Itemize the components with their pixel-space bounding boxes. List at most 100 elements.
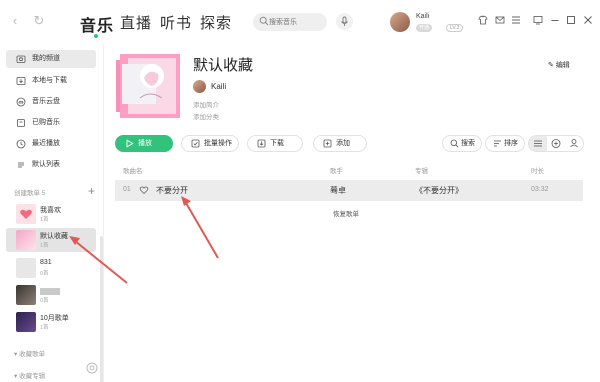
tab-audiobook[interactable]: 听书	[160, 12, 192, 33]
song-title[interactable]: 不要分开	[156, 185, 188, 196]
playlist-title: 默认收藏	[193, 57, 254, 74]
annotation-arrow-song	[185, 202, 219, 259]
sidebar-item-cloud[interactable]: 音乐云盘	[6, 93, 96, 111]
playlist-item-liked[interactable]: 我喜欢 1首	[6, 202, 96, 226]
add-to-list-button[interactable]	[547, 136, 565, 151]
playlist-title: 我喜欢	[40, 207, 61, 214]
collected-albums-header[interactable]: ▾ 收藏专辑	[14, 370, 45, 380]
playlist-thumbnail	[16, 204, 36, 224]
edit-button[interactable]: ✎ 编辑	[548, 60, 570, 70]
settings-circle-icon[interactable]	[86, 362, 98, 374]
sidebar-item-label: 音乐云盘	[32, 98, 60, 105]
refresh-icon[interactable]: ↻	[32, 14, 46, 28]
playlist-count: 0首	[40, 271, 49, 277]
tab-live[interactable]: 直播	[120, 12, 152, 33]
table-row[interactable]: 01 不要分开 蓦卓 《不要分开》 03:32	[115, 180, 583, 201]
maximize-icon[interactable]	[566, 15, 576, 25]
voice-search-button[interactable]	[336, 13, 353, 30]
channel-icon	[16, 55, 26, 63]
column-header-artist[interactable]: 歌手	[330, 165, 343, 175]
minimize-icon[interactable]	[550, 15, 560, 25]
download-button[interactable]: 下载	[247, 135, 303, 152]
playlist-cover	[116, 54, 180, 118]
person-icon	[570, 139, 578, 148]
playlist-count: 0首	[40, 298, 49, 304]
sidebar: 我的频道 本地与下载 音乐云盘 已购音乐 最近播放 默认列表 创建歌单 5 + …	[0, 44, 104, 382]
sidebar-item-label: 最近播放	[32, 140, 60, 147]
column-header-album[interactable]: 专辑	[415, 165, 428, 175]
sidebar-item-my-channel[interactable]: 我的频道	[6, 50, 96, 68]
search-input[interactable]	[269, 15, 323, 29]
skin-icon[interactable]	[478, 15, 488, 25]
search-box[interactable]	[253, 13, 327, 31]
sidebar-item-purchased[interactable]: 已购音乐	[6, 114, 96, 132]
playlist-thumbnail	[16, 312, 36, 332]
tab-explore[interactable]: 探索	[200, 12, 232, 33]
owner-name[interactable]: Kaili	[211, 82, 226, 91]
share-button[interactable]	[565, 136, 583, 151]
sidebar-item-label: 本地与下载	[32, 77, 67, 84]
playlist-item-october[interactable]: 10月歌单 1首	[6, 310, 96, 334]
clock-icon	[16, 139, 26, 149]
sidebar-item-local-download[interactable]: 本地与下载	[6, 72, 96, 90]
mail-icon[interactable]	[495, 15, 505, 25]
download-icon	[16, 77, 26, 85]
sidebar-item-default-list[interactable]: 默认列表	[6, 156, 96, 174]
list-icon	[18, 162, 24, 168]
create-playlist-button[interactable]: +	[88, 185, 95, 197]
search-in-playlist-button[interactable]: 搜索	[442, 135, 482, 152]
restore-playlist-link[interactable]: 恢复歌单	[333, 208, 359, 218]
playlist-item-default-favorites[interactable]: 默认收藏 1首	[6, 228, 96, 252]
sidebar-scrollbar[interactable]	[100, 236, 103, 382]
back-arrow-icon[interactable]: ‹	[8, 14, 22, 28]
sidebar-item-recent[interactable]: 最近播放	[6, 135, 96, 153]
list-view-icon	[534, 140, 542, 147]
owner-avatar[interactable]	[193, 80, 206, 93]
close-icon[interactable]	[583, 15, 593, 25]
like-heart-icon[interactable]	[139, 185, 149, 195]
collected-albums-label: 收藏专辑	[19, 373, 46, 380]
playlist-title: 831	[40, 259, 52, 266]
top-bar: ‹ ↻ 音乐 直播 听书 探索 Kaili 开通 LV.3	[0, 0, 600, 44]
sort-icon	[494, 140, 501, 147]
list-view-button[interactable]	[529, 136, 547, 151]
song-album[interactable]: 《不要分开》	[415, 185, 463, 196]
playlist-count: 1首	[40, 217, 49, 223]
playlist-item-blurred[interactable]: 0首	[6, 283, 96, 307]
playlist-item-831[interactable]: 831 0首	[6, 256, 96, 280]
mini-mode-icon[interactable]	[533, 15, 543, 25]
view-mode-group	[528, 135, 584, 152]
column-header-duration[interactable]: 时长	[531, 165, 544, 175]
add-category-link[interactable]: 添加分类	[193, 111, 219, 121]
search-icon	[259, 16, 269, 26]
collected-playlists-header[interactable]: ▾ 收藏歌单	[14, 348, 45, 358]
play-button[interactable]: 播放	[115, 135, 173, 152]
collected-playlists-label: 收藏歌单	[19, 351, 46, 358]
add-label: 添加	[336, 140, 350, 147]
created-playlists-header[interactable]: 创建歌单 5	[14, 187, 45, 197]
sort-button[interactable]: 排序	[485, 135, 525, 152]
purchased-icon	[17, 119, 25, 127]
playlist-title: 默认收藏	[40, 233, 68, 240]
sort-label: 排序	[504, 140, 518, 147]
batch-operation-button[interactable]: 批量操作	[181, 135, 239, 152]
batch-label: 批量操作	[204, 140, 232, 147]
microphone-icon	[341, 16, 348, 26]
column-header-title[interactable]: 歌曲名	[123, 165, 143, 175]
sidebar-item-label: 默认列表	[32, 161, 60, 168]
vip-badge[interactable]: 开通	[416, 24, 433, 32]
song-artist[interactable]: 蓦卓	[330, 185, 346, 196]
circle-plus-icon	[551, 139, 561, 148]
user-name[interactable]: Kaili	[416, 13, 429, 20]
play-label: 播放	[138, 140, 152, 147]
edit-label: 编辑	[555, 62, 570, 69]
user-avatar[interactable]	[390, 12, 410, 32]
add-button[interactable]: 添加	[313, 135, 367, 152]
tab-music[interactable]: 音乐	[80, 12, 114, 36]
add-intro-link[interactable]: 添加简介	[193, 99, 219, 109]
playlist-thumbnail	[16, 285, 36, 305]
playlist-title: 10月歌单	[40, 315, 69, 322]
download-label: 下载	[270, 140, 284, 147]
level-badge: LV.3	[446, 24, 464, 32]
menu-icon[interactable]	[511, 15, 521, 25]
